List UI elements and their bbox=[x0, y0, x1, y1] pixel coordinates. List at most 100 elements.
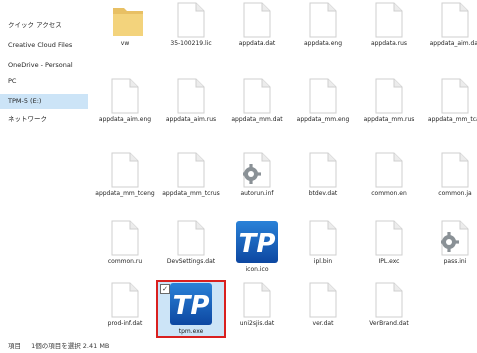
document-icon bbox=[375, 2, 403, 38]
file-name: 35-100219.lic bbox=[170, 40, 212, 47]
file-item[interactable]: VerBrand.dat bbox=[356, 282, 422, 328]
file-item[interactable]: btdev.dat bbox=[290, 152, 356, 198]
navigation-pane: クイック アクセス Creative Cloud Files OneDrive - … bbox=[0, 0, 90, 340]
file-item[interactable]: appdata_aim.rus bbox=[158, 78, 224, 124]
nav-item[interactable]: Creative Cloud Files bbox=[0, 38, 88, 53]
document-icon bbox=[309, 282, 337, 318]
nav-item[interactable]: TPM-5 (E:) bbox=[0, 94, 88, 109]
document-icon bbox=[243, 78, 271, 114]
status-selection: 1個の項目を選択 2.41 MB bbox=[31, 342, 110, 350]
svg-text:TP: TP bbox=[173, 291, 210, 321]
file-name: appdata_aim.rus bbox=[165, 116, 217, 123]
file-name: common.ru bbox=[107, 258, 143, 265]
file-item[interactable]: appdata_aim.eng bbox=[92, 78, 158, 124]
tp-logo-icon: TP bbox=[169, 282, 213, 326]
file-item[interactable]: appdata.rus bbox=[356, 2, 422, 48]
file-item[interactable]: appdata_mm_tcrus bbox=[158, 152, 224, 198]
file-name: uni2sjis.dat bbox=[239, 320, 275, 327]
file-name: ipl.bin bbox=[313, 258, 333, 265]
file-item[interactable]: TP icon.ico bbox=[224, 220, 290, 274]
file-name: icon.ico bbox=[245, 266, 269, 273]
file-name: appdata.eng bbox=[303, 40, 343, 47]
file-item[interactable]: DevSettings.dat bbox=[158, 220, 224, 266]
file-item[interactable]: appdata_mm_tceng bbox=[92, 152, 158, 198]
file-item[interactable]: appdata_mm.dat bbox=[224, 78, 290, 124]
document-icon bbox=[177, 220, 205, 256]
file-name: btdev.dat bbox=[308, 190, 338, 197]
file-item[interactable]: appdata_mm.eng bbox=[290, 78, 356, 124]
document-icon bbox=[441, 78, 469, 114]
file-name: autorun.inf bbox=[240, 190, 274, 197]
folder-icon bbox=[111, 2, 143, 38]
document-icon bbox=[309, 78, 337, 114]
file-item[interactable]: common.ja bbox=[422, 152, 477, 198]
file-name: appdata_mm.rus bbox=[363, 116, 415, 123]
nav-item[interactable]: ネットワーク bbox=[0, 112, 88, 127]
file-name: vw bbox=[120, 40, 130, 47]
file-item[interactable]: appdata_mm_tcat bbox=[422, 78, 477, 124]
file-item[interactable]: common.ru bbox=[92, 220, 158, 266]
file-name: appdata_aim.dat bbox=[429, 40, 477, 47]
file-item[interactable]: appdata_aim.dat bbox=[422, 2, 477, 48]
file-name: pass.ini bbox=[443, 258, 467, 265]
file-name: appdata_aim.eng bbox=[98, 116, 152, 123]
file-name: tpm.exe bbox=[178, 328, 204, 335]
file-name: IPL.exc bbox=[378, 258, 400, 265]
file-name: common.ja bbox=[438, 190, 472, 197]
file-name: common.en bbox=[371, 190, 407, 197]
file-name: appdata_mm_tcrus bbox=[162, 190, 220, 197]
file-item[interactable]: ipl.bin bbox=[290, 220, 356, 266]
document-icon bbox=[177, 2, 205, 38]
nav-item[interactable]: OneDrive - Personal bbox=[0, 58, 88, 73]
file-item[interactable]: appdata.dat bbox=[224, 2, 290, 48]
document-icon bbox=[375, 282, 403, 318]
file-name: VerBrand.dat bbox=[369, 320, 409, 327]
document-icon bbox=[441, 2, 469, 38]
file-name: appdata.dat bbox=[238, 40, 276, 47]
file-item[interactable]: prod-inf.dat bbox=[92, 282, 158, 328]
settings-file-icon bbox=[243, 152, 271, 188]
tp-logo-icon: TP bbox=[235, 220, 279, 264]
checkbox-icon[interactable]: ✓ bbox=[160, 284, 170, 294]
document-icon bbox=[441, 152, 469, 188]
document-icon bbox=[111, 220, 139, 256]
file-item[interactable]: appdata_mm.rus bbox=[356, 78, 422, 124]
nav-item[interactable]: クイック アクセス bbox=[0, 18, 88, 33]
document-icon bbox=[375, 220, 403, 256]
svg-text:TP: TP bbox=[239, 229, 276, 259]
file-name: prod-inf.dat bbox=[107, 320, 143, 327]
file-name: appdata_mm.eng bbox=[296, 116, 350, 123]
settings-file-icon bbox=[441, 220, 469, 256]
file-item[interactable]: IPL.exc bbox=[356, 220, 422, 266]
file-name: appdata_mm_tcat bbox=[427, 116, 477, 123]
document-icon bbox=[177, 152, 205, 188]
file-item[interactable]: 35-100219.lic bbox=[158, 2, 224, 48]
document-icon bbox=[111, 152, 139, 188]
document-icon bbox=[177, 78, 205, 114]
file-name: appdata_mm.dat bbox=[231, 116, 283, 123]
file-item[interactable]: uni2sjis.dat bbox=[224, 282, 290, 328]
document-icon bbox=[309, 152, 337, 188]
file-item[interactable]: vw bbox=[92, 2, 158, 48]
document-icon bbox=[375, 78, 403, 114]
file-item[interactable]: autorun.inf bbox=[224, 152, 290, 198]
file-item[interactable]: appdata.eng bbox=[290, 2, 356, 48]
file-name: appdata.rus bbox=[370, 40, 408, 47]
status-item-count: 項目 bbox=[8, 342, 21, 350]
file-item[interactable]: ver.dat bbox=[290, 282, 356, 328]
document-icon bbox=[111, 78, 139, 114]
file-name: appdata_mm_tceng bbox=[95, 190, 155, 197]
file-item[interactable]: common.en bbox=[356, 152, 422, 198]
file-name: DevSettings.dat bbox=[166, 258, 216, 265]
file-item[interactable]: pass.ini bbox=[422, 220, 477, 266]
document-icon bbox=[309, 220, 337, 256]
file-item[interactable]: ✓ TP tpm.exe bbox=[156, 280, 226, 338]
document-icon bbox=[309, 2, 337, 38]
nav-item[interactable]: PC bbox=[0, 74, 88, 89]
document-icon bbox=[243, 2, 271, 38]
file-name: ver.dat bbox=[312, 320, 334, 327]
document-icon bbox=[243, 282, 271, 318]
document-icon bbox=[375, 152, 403, 188]
document-icon bbox=[111, 282, 139, 318]
status-bar: 項目 1個の項目を選択 2.41 MB bbox=[0, 340, 477, 353]
